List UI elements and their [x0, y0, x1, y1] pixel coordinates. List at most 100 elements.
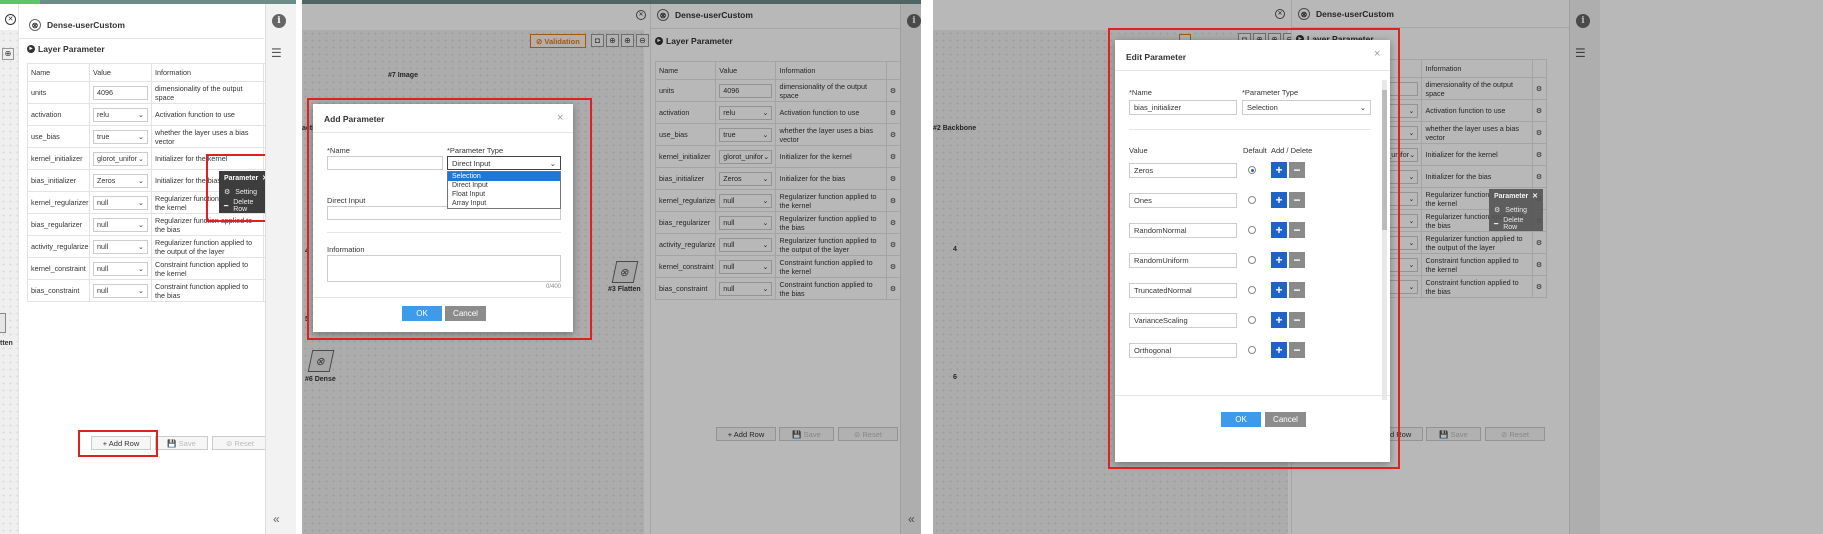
option-selection[interactable]: Selection — [448, 172, 560, 181]
add-row-button[interactable]: + Add Row — [91, 436, 151, 450]
chevron-down-icon: ⌄ — [137, 132, 144, 141]
graph-canvas[interactable] — [0, 30, 18, 534]
param-information: Regularizer function applied to the outp… — [151, 235, 264, 258]
param-value-cell: null⌄ — [89, 235, 152, 258]
param-value-select[interactable]: true⌄ — [93, 129, 148, 144]
dialog-scrollbar[interactable] — [1382, 80, 1387, 400]
table-row: kernel_constraintnull⌄Constraint functio… — [27, 257, 278, 280]
ok-button[interactable]: OK — [1221, 412, 1261, 427]
param-value-select[interactable]: null⌄ — [93, 283, 148, 298]
delete-value-button[interactable]: − — [1289, 162, 1305, 178]
table-row: kernel_initializerglorot_unifor⌄Initiali… — [27, 147, 278, 170]
param-name: activity_regularizer — [27, 235, 90, 258]
default-radio[interactable] — [1248, 196, 1256, 204]
default-radio[interactable] — [1248, 316, 1256, 324]
delete-value-button[interactable]: − — [1289, 282, 1305, 298]
cancel-button[interactable]: Cancel — [445, 306, 486, 321]
add-value-button[interactable]: + — [1271, 342, 1287, 358]
direct-input-label: Direct Input — [327, 196, 366, 205]
param-value-select[interactable]: null⌄ — [93, 217, 148, 232]
add-value-button[interactable]: + — [1271, 252, 1287, 268]
add-value-button[interactable]: + — [1271, 222, 1287, 238]
param-value-cell: 4096 — [89, 81, 152, 104]
param-information: Regularizer function applied to the bias — [151, 213, 264, 236]
value-input[interactable]: TruncatedNormal — [1129, 283, 1237, 298]
info-icon[interactable]: i — [272, 14, 286, 28]
close-icon[interactable]: ✕ — [1532, 192, 1538, 200]
value-input[interactable]: Orthogonal — [1129, 343, 1237, 358]
param-value-select[interactable]: relu⌄ — [93, 107, 148, 122]
chevron-down-icon: ⌄ — [549, 158, 556, 168]
information-textarea[interactable] — [327, 255, 561, 282]
chevron-down-icon: ⌄ — [137, 154, 144, 163]
default-radio[interactable] — [1248, 286, 1256, 294]
default-radio[interactable] — [1248, 226, 1256, 234]
param-value-select[interactable]: glorot_unifor⌄ — [93, 151, 148, 166]
value-input[interactable]: RandomUniform — [1129, 253, 1237, 268]
close-icon[interactable]: × — [1374, 48, 1380, 60]
value-input[interactable]: Zeros — [1129, 163, 1237, 178]
char-count: 0/400 — [546, 284, 562, 290]
option-array-input[interactable]: Array Input — [448, 199, 560, 208]
information-label: Information — [327, 245, 365, 254]
param-value-select[interactable]: null⌄ — [93, 195, 148, 210]
param-value-cell: Zeros⌄ — [89, 169, 152, 192]
param-value-select[interactable]: null⌄ — [93, 239, 148, 254]
node-label-partial: tten — [0, 340, 13, 347]
default-radio[interactable] — [1248, 346, 1256, 354]
parameter-type-select[interactable]: Direct Input ⌄ — [447, 156, 561, 170]
param-value-input[interactable]: 4096 — [93, 85, 148, 100]
name-input[interactable]: bias_initializer — [1129, 100, 1237, 115]
delete-value-button[interactable]: − — [1289, 342, 1305, 358]
param-value-select[interactable]: null⌄ — [93, 261, 148, 276]
node-icon: ⊗ — [29, 19, 41, 31]
chevron-down-icon: ⌄ — [137, 198, 144, 207]
delete-value-button[interactable]: − — [1289, 222, 1305, 238]
node-flatten-partial — [0, 313, 6, 333]
value-input[interactable]: RandomNormal — [1129, 223, 1237, 238]
param-name: kernel_regularizer — [27, 191, 90, 214]
param-value-select[interactable]: Zeros⌄ — [93, 173, 148, 188]
minus-icon: ━ — [224, 203, 229, 210]
save-button[interactable]: 💾 Save — [155, 436, 208, 450]
menu-item-setting[interactable]: ⚙ Setting — [1489, 203, 1543, 217]
default-radio[interactable] — [1248, 166, 1256, 174]
value-input[interactable]: Ones — [1129, 193, 1237, 208]
chevron-down-icon: ⌄ — [137, 286, 144, 295]
close-panel-icon[interactable]: ✕ — [5, 14, 16, 25]
param-name: units — [27, 81, 90, 104]
value-input[interactable]: VarianceScaling — [1129, 313, 1237, 328]
option-direct-input[interactable]: Direct Input — [448, 181, 560, 190]
option-float-input[interactable]: Float Input — [448, 190, 560, 199]
delete-value-button[interactable]: − — [1289, 252, 1305, 268]
chevron-down-icon: ⌄ — [137, 110, 144, 119]
add-value-button[interactable]: + — [1271, 162, 1287, 178]
chevron-down-icon: ⌄ — [137, 220, 144, 229]
param-name: bias_constraint — [27, 279, 90, 302]
ok-button[interactable]: OK — [402, 306, 442, 321]
menu-item-delete-row[interactable]: ━ Delete Row — [1489, 217, 1543, 231]
zoom-in-icon[interactable]: ⊕ — [2, 48, 14, 60]
name-input[interactable] — [327, 156, 443, 170]
collapse-icon[interactable]: « — [273, 512, 280, 526]
parameter-type-select[interactable]: Selection ⌄ — [1242, 100, 1371, 115]
add-value-button[interactable]: + — [1271, 192, 1287, 208]
add-value-button[interactable]: + — [1271, 312, 1287, 328]
chevron-down-icon: ⌄ — [1359, 103, 1366, 112]
add-delete-column-label: Add / Delete — [1271, 146, 1313, 155]
chevron-down-icon: ⌄ — [137, 242, 144, 251]
list-icon[interactable]: ☰ — [271, 46, 282, 60]
cancel-button[interactable]: Cancel — [1265, 412, 1306, 427]
reset-button[interactable]: ⊘ Reset — [212, 436, 268, 450]
panel-3: ✕ ◘⊕⊕⊖ #2 Backbone 4 6 ⊗ #3 Flatten ⊗Den… — [933, 0, 1823, 534]
table-row: activationrelu⌄Activation function to us… — [27, 103, 278, 126]
delete-value-button[interactable]: − — [1289, 192, 1305, 208]
dialog-title: Edit Parameter — [1126, 52, 1186, 62]
param-name: use_bias — [27, 125, 90, 148]
param-information: Initializer for the kernel — [151, 147, 264, 170]
default-radio[interactable] — [1248, 256, 1256, 264]
delete-value-button[interactable]: − — [1289, 312, 1305, 328]
add-value-button[interactable]: + — [1271, 282, 1287, 298]
param-value-cell: null⌄ — [89, 191, 152, 214]
close-icon[interactable]: × — [557, 112, 563, 124]
